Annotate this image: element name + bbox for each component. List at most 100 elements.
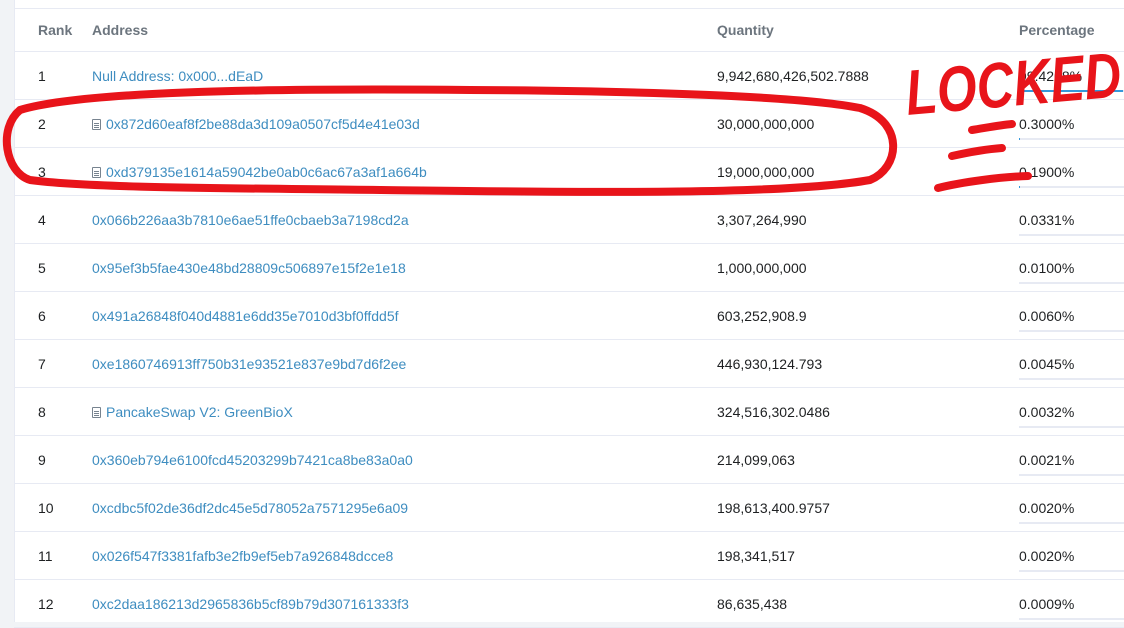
- table-header-row: Rank Address Quantity Percentage: [14, 9, 1124, 52]
- address-cell: 0x95ef3b5fae430e48bd28809c506897e15f2e1e…: [92, 244, 717, 292]
- holder-address-link[interactable]: 0xcdbc5f02de36df2dc45e5d78052a7571295e6a…: [92, 500, 408, 516]
- rank-cell: 6: [14, 292, 92, 340]
- rank-cell: 1: [14, 52, 92, 100]
- holder-address-link[interactable]: 0x360eb794e6100fcd45203299b7421ca8be83a0…: [92, 452, 413, 468]
- address-cell: 0xc2daa186213d2965836b5cf89b79d307161333…: [92, 580, 717, 628]
- percentage-text: 0.0020%: [1019, 500, 1074, 516]
- percentage-cell: 0.3000%: [1019, 100, 1124, 148]
- address-column-header[interactable]: Address: [92, 9, 717, 52]
- percentage-progress-bar: [1019, 474, 1124, 476]
- holder-address-link[interactable]: 0x872d60eaf8f2be88da3d109a0507cf5d4e41e0…: [106, 116, 420, 132]
- holder-address-link[interactable]: 0x95ef3b5fae430e48bd28809c506897e15f2e1e…: [92, 260, 406, 276]
- table-body: 1Null Address: 0x000...dEaD 9,942,680,426…: [14, 52, 1124, 628]
- rank-cell: 9: [14, 436, 92, 484]
- holder-address-link[interactable]: PancakeSwap V2: GreenBioX: [106, 404, 293, 420]
- quantity-cell: 198,341,517: [717, 532, 1019, 580]
- address-cell: 0xd379135e1614a59042be0ab0c6ac67a3af1a66…: [92, 148, 717, 196]
- rank-cell: 5: [14, 244, 92, 292]
- percentage-progress-bar: [1019, 234, 1124, 236]
- percentage-text: 0.1900%: [1019, 164, 1074, 180]
- holder-address-link[interactable]: 0x491a26848f040d4881e6dd35e7010d3bf0ffdd…: [92, 308, 399, 324]
- percentage-cell: 0.0331%: [1019, 196, 1124, 244]
- quantity-cell: 446,930,124.793: [717, 340, 1019, 388]
- quantity-cell: 9,942,680,426,502.7888: [717, 52, 1019, 100]
- percentage-progress-bar: [1019, 378, 1124, 380]
- percentage-progress-bar: [1019, 522, 1124, 524]
- address-cell: 0x872d60eaf8f2be88da3d109a0507cf5d4e41e0…: [92, 100, 717, 148]
- table-row: 2 0x872d60eaf8f2be88da3d109a0507cf5d4e41e…: [14, 100, 1124, 148]
- quantity-cell: 324,516,302.0486: [717, 388, 1019, 436]
- holder-address-link[interactable]: 0xc2daa186213d2965836b5cf89b79d307161333…: [92, 596, 409, 612]
- table-row: 8 PancakeSwap V2: GreenBioX 324,516,302.04…: [14, 388, 1124, 436]
- quantity-cell: 86,635,438: [717, 580, 1019, 628]
- percentage-text: 0.3000%: [1019, 116, 1074, 132]
- address-cell: 0xe1860746913ff750b31e93521e837e9bd7d6f2…: [92, 340, 717, 388]
- table-row: 120xc2daa186213d2965836b5cf89b79d3071613…: [14, 580, 1124, 628]
- percentage-progress-bar: [1019, 330, 1124, 332]
- percentage-cell: 0.0009%: [1019, 580, 1124, 628]
- percentage-text: 0.0021%: [1019, 452, 1074, 468]
- percentage-cell: 0.0045%: [1019, 340, 1124, 388]
- rank-cell: 2: [14, 100, 92, 148]
- rank-column-header[interactable]: Rank: [14, 9, 92, 52]
- table-row: 3 0xd379135e1614a59042be0ab0c6ac67a3af1a6…: [14, 148, 1124, 196]
- rank-cell: 3: [14, 148, 92, 196]
- table-row: 50x95ef3b5fae430e48bd28809c506897e15f2e1…: [14, 244, 1124, 292]
- address-cell: PancakeSwap V2: GreenBioX: [92, 388, 717, 436]
- percentage-text: 0.0331%: [1019, 212, 1074, 228]
- table-row: 110x026f547f3381fafb3e2fb9ef5eb7a926848d…: [14, 532, 1124, 580]
- address-cell: 0x360eb794e6100fcd45203299b7421ca8be83a0…: [92, 436, 717, 484]
- percentage-text: 0.0032%: [1019, 404, 1074, 420]
- address-cell: Null Address: 0x000...dEaD: [92, 52, 717, 100]
- percentage-progress-bar: [1019, 618, 1124, 620]
- token-holders-table: Rank Address Quantity Percentage 1Null A…: [14, 8, 1124, 628]
- rank-cell: 12: [14, 580, 92, 628]
- percentage-progress-bar: [1019, 570, 1124, 572]
- percentage-text: 0.0060%: [1019, 308, 1074, 324]
- holder-address-link[interactable]: 0xe1860746913ff750b31e93521e837e9bd7d6f2…: [92, 356, 406, 372]
- table-row: 1Null Address: 0x000...dEaD 9,942,680,426…: [14, 52, 1124, 100]
- percentage-cell: 0.0020%: [1019, 532, 1124, 580]
- percentage-progress-bar: [1019, 186, 1124, 188]
- table-row: 100xcdbc5f02de36df2dc45e5d78052a7571295e…: [14, 484, 1124, 532]
- percentage-cell: 99.4268%: [1019, 52, 1124, 100]
- table-row: 60x491a26848f040d4881e6dd35e7010d3bf0ffd…: [14, 292, 1124, 340]
- percentage-progress-bar: [1019, 138, 1124, 140]
- percentage-text: 0.0100%: [1019, 260, 1074, 276]
- quantity-cell: 1,000,000,000: [717, 244, 1019, 292]
- holder-address-link[interactable]: 0x066b226aa3b7810e6ae51ffe0cbaeb3a7198cd…: [92, 212, 409, 228]
- rank-cell: 11: [14, 532, 92, 580]
- quantity-cell: 603,252,908.9: [717, 292, 1019, 340]
- quantity-cell: 19,000,000,000: [717, 148, 1019, 196]
- percentage-column-header[interactable]: Percentage: [1019, 9, 1124, 52]
- rank-cell: 10: [14, 484, 92, 532]
- contract-file-icon: [92, 119, 101, 130]
- rank-cell: 8: [14, 388, 92, 436]
- table-row: 40x066b226aa3b7810e6ae51ffe0cbaeb3a7198c…: [14, 196, 1124, 244]
- contract-file-icon: [92, 407, 101, 418]
- holder-address-link[interactable]: 0x026f547f3381fafb3e2fb9ef5eb7a926848dcc…: [92, 548, 393, 564]
- quantity-cell: 3,307,264,990: [717, 196, 1019, 244]
- percentage-text: 99.4268%: [1019, 68, 1082, 84]
- percentage-cell: 0.0100%: [1019, 244, 1124, 292]
- percentage-cell: 0.0020%: [1019, 484, 1124, 532]
- quantity-column-header[interactable]: Quantity: [717, 9, 1019, 52]
- address-cell: 0xcdbc5f02de36df2dc45e5d78052a7571295e6a…: [92, 484, 717, 532]
- percentage-progress-bar: [1019, 282, 1124, 284]
- percentage-progress-bar: [1019, 426, 1124, 428]
- table-row: 90x360eb794e6100fcd45203299b7421ca8be83a…: [14, 436, 1124, 484]
- percentage-text: 0.0020%: [1019, 548, 1074, 564]
- percentage-cell: 0.0032%: [1019, 388, 1124, 436]
- percentage-text: 0.0045%: [1019, 356, 1074, 372]
- holder-address-link[interactable]: Null Address: 0x000...dEaD: [92, 68, 263, 84]
- percentage-progress-bar: [1019, 90, 1124, 92]
- percentage-cell: 0.0021%: [1019, 436, 1124, 484]
- address-cell: 0x026f547f3381fafb3e2fb9ef5eb7a926848dcc…: [92, 532, 717, 580]
- holder-address-link[interactable]: 0xd379135e1614a59042be0ab0c6ac67a3af1a66…: [106, 164, 427, 180]
- contract-file-icon: [92, 167, 101, 178]
- rank-cell: 4: [14, 196, 92, 244]
- rank-cell: 7: [14, 340, 92, 388]
- address-cell: 0x491a26848f040d4881e6dd35e7010d3bf0ffdd…: [92, 292, 717, 340]
- percentage-cell: 0.0060%: [1019, 292, 1124, 340]
- quantity-cell: 30,000,000,000: [717, 100, 1019, 148]
